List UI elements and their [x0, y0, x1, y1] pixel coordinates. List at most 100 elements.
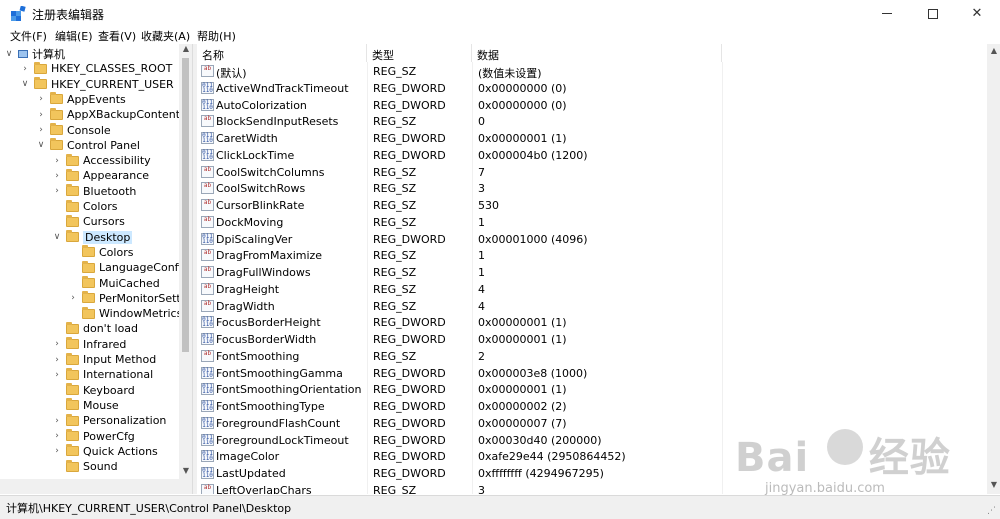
tree-item[interactable]: ∨ HKEY_CURRENT_USER: [20, 77, 174, 92]
value-row[interactable]: 011 110 FocusBorderWidth REG_DWORD 0x000000…: [197, 332, 987, 348]
value-row[interactable]: ab BlockSendInputResets REG_SZ 0: [197, 114, 987, 130]
expand-icon[interactable]: ›: [52, 446, 62, 456]
tree-item[interactable]: › HKEY_CLASSES_ROOT: [20, 61, 172, 76]
tree-item[interactable]: LanguageConfigura: [68, 260, 192, 275]
value-type: REG_SZ: [373, 349, 417, 363]
value-row[interactable]: 011 110 ActiveWndTrackTimeout REG_DWORD 0x0…: [197, 81, 987, 97]
tree-item[interactable]: › Bluetooth: [52, 184, 136, 199]
values-list[interactable]: 名称 类型 数据 ab (默认) REG_SZ (数值未设置) 011 110 Activ…: [197, 44, 987, 494]
tree-item[interactable]: › Accessibility: [52, 153, 151, 168]
value-row[interactable]: ab FontSmoothing REG_SZ 2: [197, 349, 987, 365]
tree-item[interactable]: › Console: [36, 123, 111, 138]
values-vertical-scrollbar[interactable]: [987, 44, 1000, 494]
tree-item[interactable]: › International: [52, 367, 153, 382]
column-header-type[interactable]: 类型: [367, 44, 472, 62]
resize-grip-icon[interactable]: ⋰: [987, 506, 997, 516]
tree-scroll-thumb[interactable]: [182, 58, 189, 352]
tree-item[interactable]: Sound: [52, 459, 118, 474]
value-row[interactable]: ab DragFullWindows REG_SZ 1: [197, 265, 987, 281]
folder-icon: [50, 123, 63, 135]
expand-icon[interactable]: ›: [52, 431, 62, 441]
close-button[interactable]: ✕: [954, 0, 1000, 27]
value-row[interactable]: ab CoolSwitchRows REG_SZ 3: [197, 181, 987, 197]
tree-item[interactable]: Keyboard: [52, 383, 135, 398]
tree-item[interactable]: ›PerMonitorSettings: [68, 291, 192, 306]
values-scroll-up-icon[interactable]: ▲: [988, 46, 1000, 55]
collapse-icon[interactable]: ∨: [4, 49, 14, 59]
value-row[interactable]: 011 110 ImageColor REG_DWORD 0xafe29e44 (29…: [197, 449, 987, 465]
tree-item[interactable]: Colors: [52, 199, 117, 214]
maximize-button[interactable]: [910, 0, 956, 27]
value-row[interactable]: 011 110 ClickLockTime REG_DWORD 0x000004b0 …: [197, 148, 987, 164]
collapse-icon[interactable]: ∨: [52, 232, 62, 242]
tree-item[interactable]: › PowerCfg: [52, 429, 135, 444]
value-row[interactable]: ab CursorBlinkRate REG_SZ 530: [197, 198, 987, 214]
tree-item[interactable]: ∨ Control Panel: [36, 138, 140, 153]
value-row[interactable]: ab DragFromMaximize REG_SZ 1: [197, 248, 987, 264]
expand-icon[interactable]: ›: [52, 156, 62, 166]
expand-icon[interactable]: ›: [52, 339, 62, 349]
tree-item[interactable]: › Appearance: [52, 168, 149, 183]
value-row[interactable]: 011 110 FocusBorderHeight REG_DWORD 0x00000…: [197, 315, 987, 331]
registry-tree[interactable]: ∨ 计算机 › HKEY_CLASSES_ROOT ∨ HKEY_CURRENT_USER…: [0, 44, 192, 494]
value-row[interactable]: 011 110 CaretWidth REG_DWORD 0x00000001 (1): [197, 131, 987, 147]
tree-item[interactable]: › Input Method: [52, 352, 156, 367]
tree-item[interactable]: WindowMetrics: [68, 306, 182, 321]
menu-view[interactable]: 查看(V): [98, 28, 136, 44]
collapse-icon[interactable]: ∨: [36, 140, 46, 150]
tree-item[interactable]: don't load: [52, 321, 138, 336]
tree-item[interactable]: › Infrared: [52, 337, 126, 352]
value-row[interactable]: 011 110 ForegroundFlashCount REG_DWORD 0x00…: [197, 416, 987, 432]
value-row[interactable]: 011 110 LastUpdated REG_DWORD 0xffffffff (4…: [197, 466, 987, 482]
tree-item[interactable]: Mouse: [52, 398, 119, 413]
expand-icon[interactable]: ›: [36, 110, 46, 120]
expand-icon[interactable]: ›: [52, 171, 62, 181]
values-scroll-down-icon[interactable]: ▼: [988, 480, 1000, 489]
value-row[interactable]: ab (默认) REG_SZ (数值未设置): [197, 64, 987, 80]
tree-item[interactable]: MuiCached: [68, 276, 160, 291]
expand-icon[interactable]: ›: [68, 293, 78, 303]
expand-icon[interactable]: ›: [36, 94, 46, 104]
tree-item[interactable]: › AppXBackupContentType: [36, 107, 192, 122]
expand-icon[interactable]: ›: [20, 64, 30, 74]
collapse-icon[interactable]: ∨: [20, 79, 30, 89]
menu-help[interactable]: 帮助(H): [197, 28, 236, 44]
value-row[interactable]: 011 110 FontSmoothingOrientation REG_DWORD…: [197, 382, 987, 398]
folder-icon: [82, 291, 95, 304]
value-row[interactable]: ab DragWidth REG_SZ 4: [197, 299, 987, 315]
expand-icon[interactable]: ›: [52, 416, 62, 426]
expand-icon[interactable]: ›: [52, 186, 62, 196]
menu-edit[interactable]: 编辑(E): [55, 28, 93, 44]
menu-favorites[interactable]: 收藏夹(A): [141, 28, 190, 44]
tree-horizontal-scrollbar[interactable]: [0, 479, 192, 494]
expand-icon[interactable]: ›: [52, 355, 62, 365]
minimize-button[interactable]: [864, 0, 910, 27]
tree-scroll-up-icon[interactable]: ▲: [180, 44, 192, 57]
value-type: REG_SZ: [373, 299, 417, 313]
tree-item[interactable]: Cursors: [52, 214, 125, 229]
value-row[interactable]: 011 110 ForegroundLockTimeout REG_DWORD 0x0…: [197, 433, 987, 449]
value-row[interactable]: 011 110 DpiScalingVer REG_DWORD 0x00001000 …: [197, 232, 987, 248]
value-row[interactable]: 011 110 AutoColorization REG_DWORD 0x000000…: [197, 98, 987, 114]
tree-item[interactable]: › Quick Actions: [52, 444, 158, 459]
value-row[interactable]: ab CoolSwitchColumns REG_SZ 7: [197, 165, 987, 181]
tree-item[interactable]: Colors: [68, 245, 133, 260]
column-header-data[interactable]: 数据: [472, 44, 722, 62]
tree-item[interactable]: ∨ 计算机: [4, 46, 65, 61]
folder-icon: [34, 61, 47, 74]
tree-scroll-down-icon[interactable]: ▼: [180, 466, 192, 479]
value-row[interactable]: ab LeftOverlapChars REG_SZ 3: [197, 483, 987, 494]
minimize-icon: [882, 13, 892, 14]
tree-item[interactable]: › AppEvents: [36, 92, 126, 107]
menu-file[interactable]: 文件(F): [10, 28, 47, 44]
binary-value-icon: 011 110: [201, 316, 214, 329]
tree-item[interactable]: › Personalization: [52, 413, 166, 428]
value-row[interactable]: ab DragHeight REG_SZ 4: [197, 282, 987, 298]
tree-item[interactable]: ∨ Desktop: [52, 230, 133, 245]
expand-icon[interactable]: ›: [36, 125, 46, 135]
column-header-name[interactable]: 名称: [197, 44, 367, 62]
value-row[interactable]: 011 110 FontSmoothingType REG_DWORD 0x00000…: [197, 399, 987, 415]
value-row[interactable]: ab DockMoving REG_SZ 1: [197, 215, 987, 231]
value-row[interactable]: 011 110 FontSmoothingGamma REG_DWORD 0x0000…: [197, 366, 987, 382]
expand-icon[interactable]: ›: [52, 370, 62, 380]
